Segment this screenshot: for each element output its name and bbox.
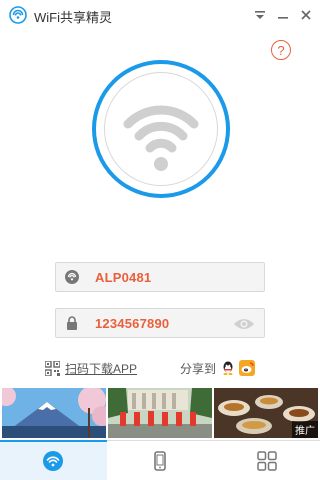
app-title: WiFi共享精灵 <box>34 10 112 25</box>
hotspot-icon <box>65 270 79 284</box>
ssid-value: ALP0481 <box>95 270 152 285</box>
ad-banner-fuji[interactable] <box>2 388 106 438</box>
scan-download-label: 扫码下载APP <box>65 361 138 376</box>
title-bar: WiFi共享精灵 <box>0 0 320 30</box>
promotion-badge: 推广 <box>292 421 318 438</box>
password-value: 1234567890 <box>95 316 170 331</box>
ad-strip: 推广 <box>0 388 320 438</box>
lock-icon <box>67 316 77 330</box>
tab-phone[interactable] <box>107 441 214 480</box>
weibo-icon[interactable] <box>239 360 256 376</box>
tab-wifi[interactable] <box>0 440 107 480</box>
grid-icon <box>256 450 277 471</box>
tab-apps[interactable] <box>213 441 320 480</box>
dancers-photo <box>108 388 212 438</box>
ad-banner-dancers[interactable] <box>108 388 212 438</box>
share-to-label: 分享到 <box>180 361 217 376</box>
wifi-status-ring[interactable] <box>92 60 230 198</box>
ssid-field[interactable]: ALP0481 <box>55 262 265 292</box>
bottom-tab-bar <box>0 440 320 480</box>
minimize-icon <box>278 17 288 19</box>
share-section: 分享到 <box>180 360 256 376</box>
close-icon <box>301 10 311 20</box>
show-password-eye-icon[interactable] <box>233 317 255 331</box>
close-button[interactable] <box>296 5 316 25</box>
menu-dropdown-button[interactable] <box>250 5 270 25</box>
app-logo-icon <box>9 6 27 24</box>
scan-download-app-link[interactable]: 扫码下载APP <box>45 360 137 376</box>
qr-code-icon <box>45 360 60 376</box>
phone-icon <box>154 450 166 471</box>
fuji-photo <box>2 388 106 438</box>
wifi-status-circle <box>104 72 218 186</box>
ad-banner-food[interactable]: 推广 <box>214 388 318 438</box>
wifi-icon <box>43 450 64 471</box>
minimize-button[interactable] <box>273 5 293 25</box>
dropdown-menu-icon <box>255 11 265 19</box>
wifi-large-icon <box>123 105 199 171</box>
password-field[interactable]: 1234567890 <box>55 308 265 338</box>
qq-icon[interactable] <box>220 360 236 376</box>
help-button[interactable]: ? <box>271 40 291 60</box>
